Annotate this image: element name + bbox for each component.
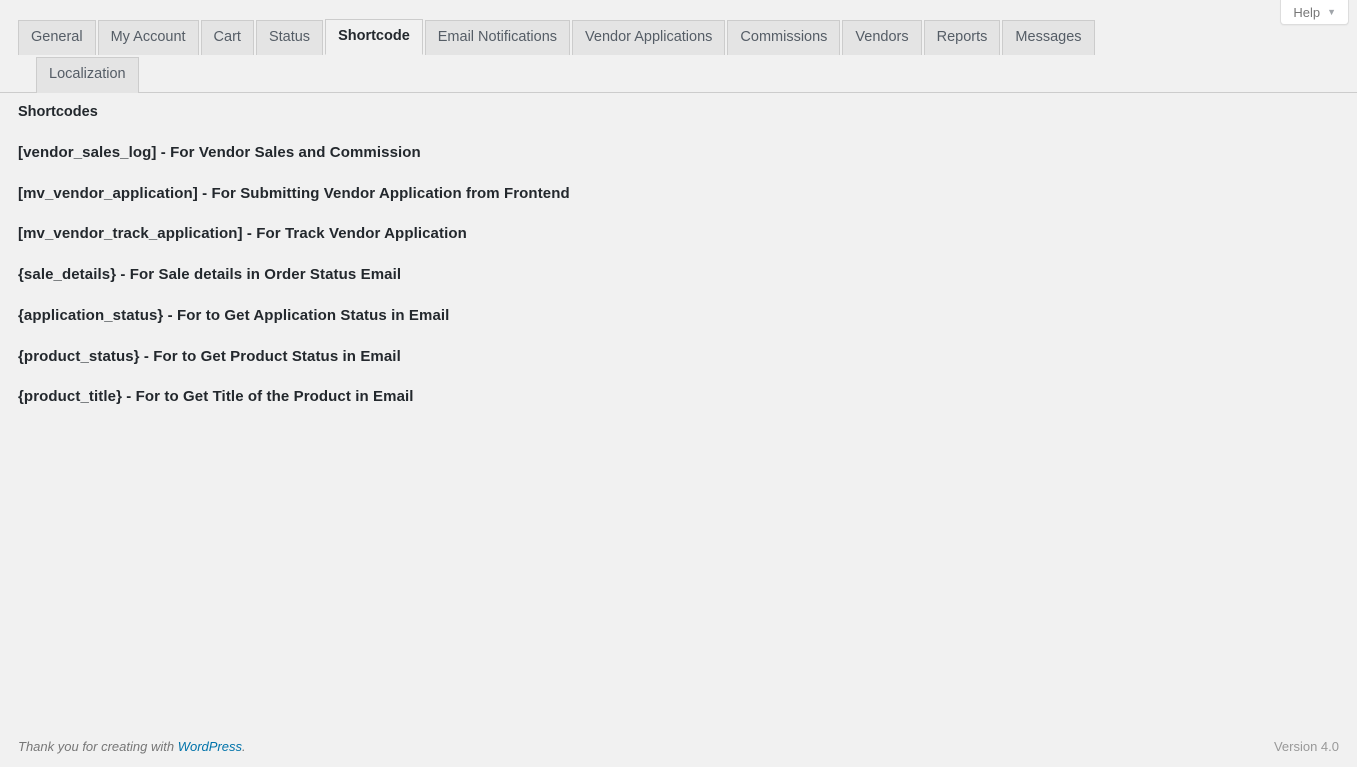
tab-reports[interactable]: Reports bbox=[923, 20, 1001, 56]
tab-my-account[interactable]: My Account bbox=[97, 20, 199, 56]
shortcode-item: [vendor_sales_log] - For Vendor Sales an… bbox=[18, 143, 421, 161]
tab-messages[interactable]: Messages bbox=[1002, 20, 1095, 56]
tab-cart[interactable]: Cart bbox=[200, 20, 254, 56]
page-title: Shortcodes bbox=[18, 104, 98, 120]
admin-footer: Thank you for creating with WordPress. V… bbox=[0, 725, 1357, 767]
tab-general[interactable]: General bbox=[18, 20, 96, 56]
tab-vendors[interactable]: Vendors bbox=[842, 20, 922, 56]
shortcode-item: {product_status} - For to Get Product St… bbox=[18, 347, 401, 365]
help-tab-container: Help ▼ bbox=[1280, 0, 1349, 26]
tab-row-secondary: Localization bbox=[18, 57, 1357, 93]
shortcode-list: [vendor_sales_log] - For Vendor Sales an… bbox=[18, 122, 1339, 407]
shortcode-item: {application_status} - For to Get Applic… bbox=[18, 306, 450, 324]
tab-status[interactable]: Status bbox=[255, 20, 324, 56]
shortcode-item: {sale_details} - For Sale details in Ord… bbox=[18, 266, 402, 284]
shortcode-item: [mv_vendor_application] - For Submitting… bbox=[18, 184, 570, 202]
shortcode-item: [mv_vendor_track_application] - For Trac… bbox=[18, 225, 467, 243]
tab-vendor-applications[interactable]: Vendor Applications bbox=[572, 20, 726, 56]
settings-tabs-region: General My Account Cart Status Shortcode Emai… bbox=[0, 0, 1357, 93]
shortcode-panel: Shortcodes [vendor_sales_log] - For Vend… bbox=[0, 88, 1357, 407]
footer-credit: Thank you for creating with WordPress. bbox=[18, 739, 246, 754]
wordpress-link[interactable]: WordPress bbox=[178, 739, 242, 754]
chevron-down-icon: ▼ bbox=[1327, 6, 1336, 17]
help-label: Help bbox=[1293, 4, 1321, 20]
tab-commissions[interactable]: Commissions bbox=[727, 20, 841, 56]
tab-row-primary: General My Account Cart Status Shortcode Emai… bbox=[18, 19, 1357, 56]
tab-email-notifications[interactable]: Email Notifications bbox=[424, 20, 571, 56]
nav-tab-wrapper: General My Account Cart Status Shortcode Emai… bbox=[0, 0, 1357, 93]
version-label: Version 4.0 bbox=[1273, 738, 1339, 754]
help-button[interactable]: Help ▼ bbox=[1280, 0, 1349, 25]
shortcode-item: {product_title} - For to Get Title of th… bbox=[18, 388, 414, 406]
footer-credit-suffix: . bbox=[242, 738, 246, 754]
footer-credit-prefix: Thank you for creating with bbox=[18, 738, 178, 754]
tab-shortcode[interactable]: Shortcode bbox=[325, 19, 423, 56]
